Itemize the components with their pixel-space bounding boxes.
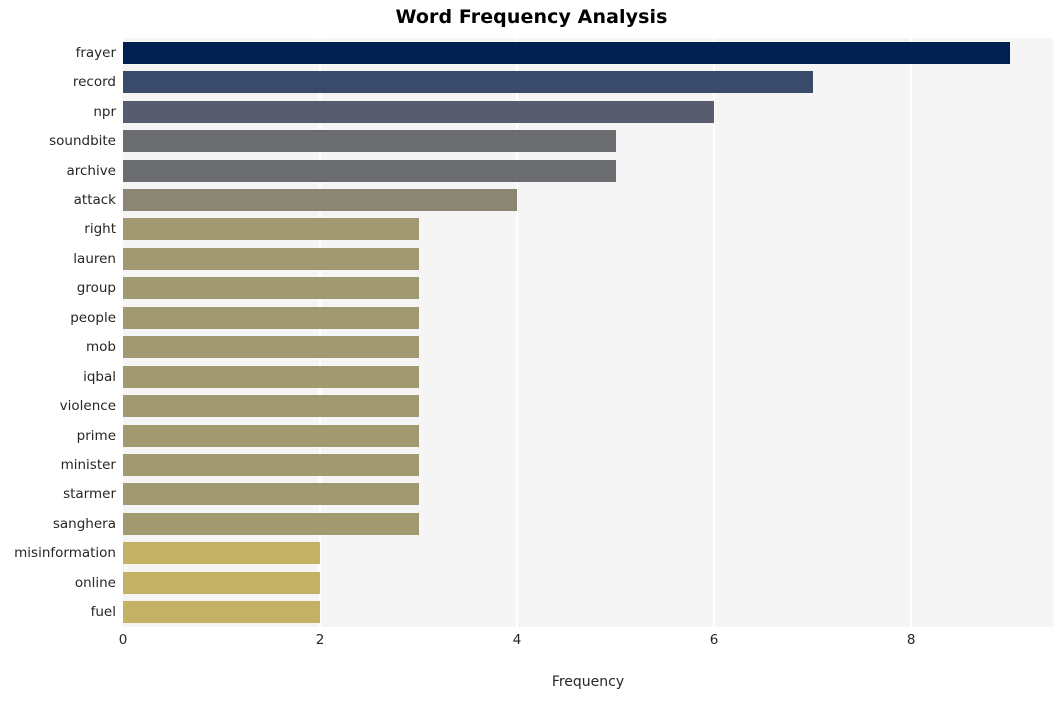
bar <box>123 424 419 447</box>
y-axis-tick-label: right <box>84 221 116 238</box>
bar <box>123 159 616 182</box>
bar <box>123 601 321 624</box>
y-axis-tick-label: sanghera <box>52 515 116 532</box>
bar <box>123 41 1010 64</box>
y-axis-tick-label: group <box>76 280 116 297</box>
bar <box>123 100 715 123</box>
y-axis-tick-labels: frayer record npr soundbite archive attack rig… <box>0 38 116 627</box>
y-axis-tick-label: mob <box>86 339 116 356</box>
y-axis-tick-label: iqbal <box>83 368 116 385</box>
bar <box>123 365 419 388</box>
x-axis-tick-label: 2 <box>315 632 325 648</box>
x-axis-tick-labels: 0 2 4 6 8 <box>0 632 1063 656</box>
x-axis-tick-label: 0 <box>118 632 128 648</box>
chart-title: Word Frequency Analysis <box>395 6 668 28</box>
y-axis-tick-label: prime <box>76 427 116 444</box>
y-axis-tick-label: archive <box>66 162 116 179</box>
bar <box>123 247 419 270</box>
bar <box>123 306 419 329</box>
bar <box>123 571 321 594</box>
chart-figure: Word Frequency Analysis frayer record npr s… <box>0 0 1063 701</box>
x-axis-tick-label: 8 <box>906 632 916 648</box>
y-axis-tick-label: violence <box>59 398 116 415</box>
y-axis-tick-label: minister <box>60 457 116 474</box>
bar <box>123 542 321 565</box>
y-axis-tick-label: soundbite <box>49 133 116 150</box>
y-axis-tick-label: people <box>70 309 116 326</box>
y-axis-tick-label: online <box>74 574 116 591</box>
bars-container <box>123 38 1053 627</box>
bar <box>123 483 419 506</box>
y-axis-tick-label: lauren <box>73 250 116 267</box>
y-axis-tick-label: record <box>72 74 116 91</box>
y-axis-tick-label: attack <box>73 191 116 208</box>
bar <box>123 130 616 153</box>
bar <box>123 512 419 535</box>
x-axis-tick-label: 6 <box>709 632 719 648</box>
bar <box>123 277 419 300</box>
y-axis-tick-label: frayer <box>75 44 116 61</box>
bar <box>123 71 813 94</box>
x-axis-tick-label: 4 <box>512 632 522 648</box>
bar <box>123 395 419 418</box>
x-axis-title: Frequency <box>551 674 625 690</box>
y-axis-tick-label: misinformation <box>14 545 116 562</box>
y-axis-tick-label: npr <box>93 103 116 120</box>
bar <box>123 454 419 477</box>
y-axis-tick-label: fuel <box>90 604 116 621</box>
bar <box>123 188 518 211</box>
bar <box>123 218 419 241</box>
y-axis-tick-label: starmer <box>63 486 116 503</box>
bar <box>123 336 419 359</box>
